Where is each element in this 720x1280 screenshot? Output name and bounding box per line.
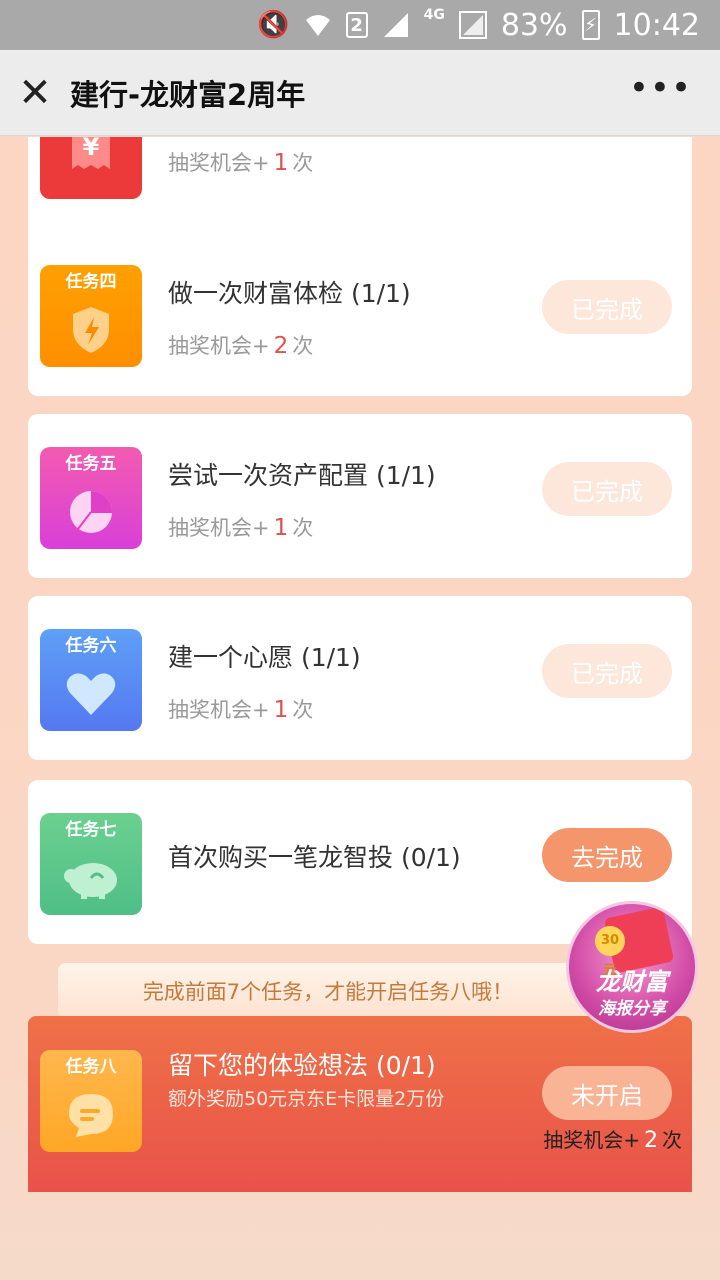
task-status-button[interactable]: 已完成 bbox=[542, 280, 672, 334]
task-badge-label: 任务七 bbox=[65, 819, 117, 840]
task-list: ¥ 抽奖机会+ 1 次 任务四 做一次财富体检 (1/1) 抽奖机会+ 2 次 已完成 bbox=[0, 137, 720, 1280]
task-title: 首次购买一笔龙智投 (0/1) bbox=[168, 843, 461, 872]
locked-button[interactable]: 未开启 bbox=[542, 1066, 672, 1120]
task-reward: 抽奖机会+ 2 次 bbox=[543, 1128, 682, 1153]
go-complete-button[interactable]: 去完成 bbox=[542, 828, 672, 882]
sim-icon: 2 bbox=[345, 12, 368, 38]
task-badge-label: 任务六 bbox=[65, 635, 117, 656]
signal-2-icon bbox=[458, 11, 487, 39]
page-title: 建行-龙财富2周年 bbox=[70, 77, 306, 112]
svg-text:¥: ¥ bbox=[83, 137, 100, 161]
heart-icon bbox=[40, 657, 142, 731]
clock: 10:42 bbox=[613, 7, 700, 43]
battery-charging-icon: ⚡ bbox=[581, 10, 600, 40]
task-card-5: 任务五 尝试一次资产配置 (1/1) 抽奖机会+ 1 次 已完成 bbox=[28, 414, 692, 578]
task-badge: 任务七 bbox=[40, 813, 142, 915]
close-icon[interactable]: ✕ bbox=[0, 50, 70, 136]
title-bar: ✕ 建行-龙财富2周年 ••• bbox=[0, 50, 720, 136]
receipt-icon: ¥ bbox=[40, 137, 142, 199]
task-reward: 抽奖机会+ 2 次 bbox=[168, 333, 314, 359]
task-card-6: 任务六 建一个心愿 (1/1) 抽奖机会+ 1 次 已完成 bbox=[28, 596, 692, 760]
task-bonus-text: 额外奖励50元京东E卡限量2万份 bbox=[168, 1088, 445, 1110]
task-status-button[interactable]: 已完成 bbox=[542, 644, 672, 698]
task-badge: 任务五 bbox=[40, 447, 142, 549]
task-status-button[interactable]: 已完成 bbox=[542, 462, 672, 516]
status-bar: 🔇 2 4G 83% ⚡ 10:42 bbox=[0, 0, 720, 50]
task-badge-label: 任务八 bbox=[65, 1056, 117, 1077]
task-badge-label: 任务四 bbox=[65, 271, 117, 292]
wifi-icon bbox=[304, 12, 332, 38]
unlock-notice: 完成前面7个任务，才能开启任务八哦！ bbox=[58, 963, 598, 1019]
task-reward: 抽奖机会+ 1 次 bbox=[168, 697, 314, 723]
pie-chart-icon bbox=[40, 475, 142, 549]
task-badge: 任务六 bbox=[40, 629, 142, 731]
coin-icon: 30元 bbox=[595, 926, 625, 978]
chat-bubble-icon bbox=[40, 1078, 142, 1152]
network-type: 4G bbox=[423, 7, 445, 23]
piggy-bank-icon bbox=[40, 841, 142, 915]
task-reward: 抽奖机会+ 1 次 bbox=[168, 150, 314, 176]
share-title: 龙财富 bbox=[596, 968, 668, 996]
mute-icon: 🔇 bbox=[257, 10, 290, 40]
share-subtitle: 海报分享 bbox=[598, 999, 666, 1019]
task-badge: ¥ bbox=[40, 137, 142, 199]
task-badge: 任务四 bbox=[40, 265, 142, 367]
task-title: 建一个心愿 (1/1) bbox=[168, 643, 361, 672]
task-card-4: 任务四 做一次财富体检 (1/1) 抽奖机会+ 2 次 已完成 bbox=[28, 232, 692, 396]
task-badge-label: 任务五 bbox=[65, 453, 117, 474]
more-menu-icon[interactable]: ••• bbox=[629, 71, 692, 105]
task-title: 做一次财富体检 (1/1) bbox=[168, 279, 411, 308]
shield-icon bbox=[40, 293, 142, 367]
task-title: 留下您的体验想法 (0/1) bbox=[168, 1051, 436, 1080]
signal-icon bbox=[382, 11, 410, 39]
task-badge: 任务八 bbox=[40, 1050, 142, 1152]
task-reward: 抽奖机会+ 1 次 bbox=[168, 515, 314, 541]
battery-percent: 83% bbox=[500, 7, 568, 43]
task-title: 尝试一次资产配置 (1/1) bbox=[168, 461, 436, 490]
poster-share-button[interactable]: 30元 龙财富 海报分享 bbox=[566, 901, 698, 1033]
task-card-8: 任务八 留下您的体验想法 (0/1) 额外奖励50元京东E卡限量2万份 未开启 … bbox=[28, 1016, 692, 1192]
